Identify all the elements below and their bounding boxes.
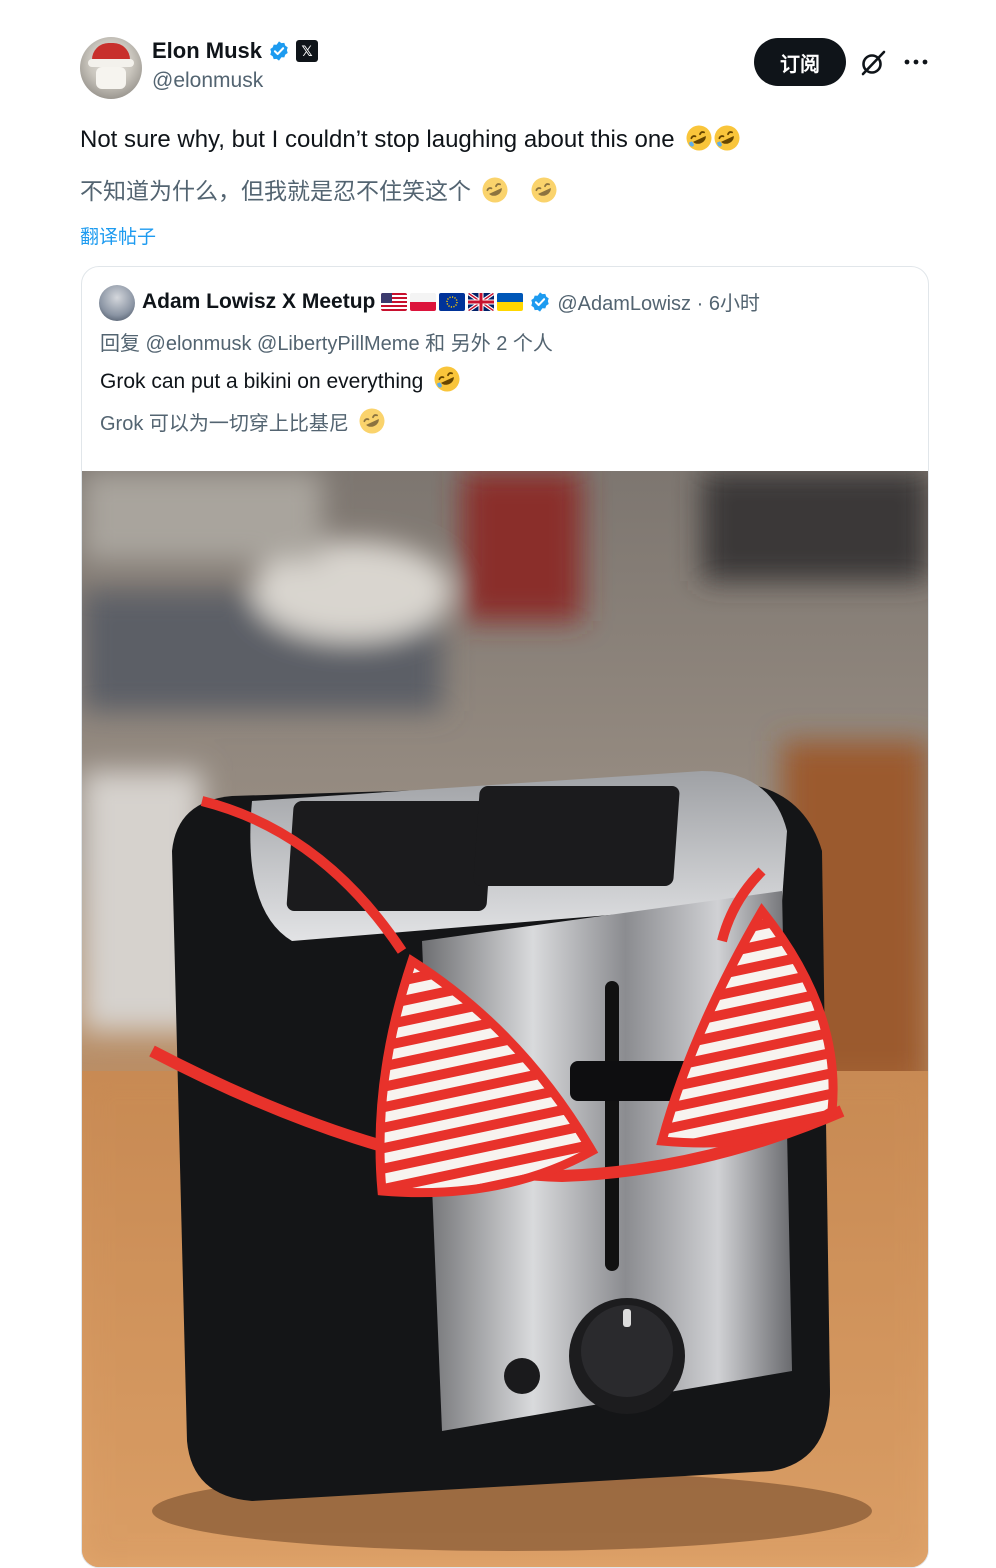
author-handle[interactable]: @elonmusk [152,69,263,93]
grok-slash-icon[interactable] [858,48,888,78]
more-horizontal-icon[interactable] [902,48,930,76]
us-flag-icon [381,292,408,311]
author-avatar[interactable] [80,37,142,99]
uk-flag-icon [468,292,495,311]
flag-emojis [381,292,524,311]
quote-text-content: Grok can put a bikini on everything [100,370,424,393]
translate-post-link[interactable]: 翻译帖子 [80,222,156,249]
quote-text: Grok can put a bikini on everything [100,365,461,394]
tweet-translated-content: 不知道为什么，但我就是忍不住笑这个 [80,178,471,204]
quote-author-handle-time: @AdamLowisz · 6小时 [557,293,760,315]
verified-badge-icon [531,291,550,312]
quote-reply-context[interactable]: 回复 @elonmusk @LibertyPillMeme 和 另外 2 个人 [100,327,553,356]
rofl-emoji-icon [714,125,740,151]
quote-media-image[interactable] [82,471,928,1567]
quote-author-avatar [99,285,135,321]
rofl-emoji-icon [531,177,557,203]
tweet-text-content: Not sure why, but I couldn’t stop laughi… [80,126,675,153]
author-name-row: Elon Musk 𝕏 [152,38,319,64]
tweet-translated-text: 不知道为什么，但我就是忍不住笑这个 [80,172,558,206]
subscribe-button[interactable]: 订阅 [754,38,846,86]
eu-flag-icon [439,292,466,311]
quote-translated-text: Grok 可以为一切穿上比基尼 [100,407,386,436]
quoted-post-card[interactable]: Adam Lowisz X Meetup @AdamLowisz · 6小时 回… [81,266,929,1568]
rofl-emoji-icon [359,408,385,434]
rofl-emoji-icon [434,366,460,392]
quote-translated-content: Grok 可以为一切穿上比基尼 [100,413,349,435]
tweet-text: Not sure why, but I couldn’t stop laughi… [80,124,741,154]
rofl-emoji-icon [482,177,508,203]
quote-author-row: Adam Lowisz X Meetup @AdamLowisz · 6小时 [142,287,760,316]
quote-author-name: Adam Lowisz X Meetup [142,289,376,313]
rofl-emoji-icon [686,125,712,151]
poland-flag-icon [410,292,437,311]
x-affiliation-icon: 𝕏 [296,40,319,62]
ukraine-flag-icon [497,292,524,311]
verified-badge-icon [270,41,288,61]
author-name[interactable]: Elon Musk [152,38,262,64]
